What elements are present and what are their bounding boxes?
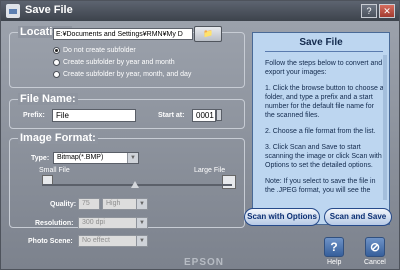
option-no-subfolder[interactable]: Do not create subfolder xyxy=(53,47,136,54)
browse-folder-button[interactable]: 📁 xyxy=(194,26,222,42)
resolution-value: 300 dpi xyxy=(82,219,105,226)
help-paragraph: Note: If you select to save the file in … xyxy=(265,178,376,194)
start-number-input[interactable]: 0001 xyxy=(192,109,216,122)
start-at-label: Start at: xyxy=(158,112,185,119)
help-panel-divider xyxy=(265,51,383,52)
quality-level-value: High xyxy=(106,200,121,207)
chevron-down-icon: ▼ xyxy=(136,236,147,246)
cancel-icon: ⊘ xyxy=(369,240,381,254)
radio-year-month[interactable] xyxy=(53,59,60,66)
radio-no-subfolder[interactable] xyxy=(53,47,60,54)
option-year-month-label: Create subfolder by year and month xyxy=(63,59,175,66)
chevron-down-icon: ▼ xyxy=(136,199,147,209)
photo-scene-select[interactable]: No effect ▼ xyxy=(78,235,148,247)
help-icon: ? xyxy=(330,240,338,254)
save-file-window: Save File ? ✕ Location: E:¥Documents and… xyxy=(0,0,400,270)
help-paragraph: Follow the steps below to convert and ex… xyxy=(265,60,383,76)
radio-year-month-day[interactable] xyxy=(53,71,60,78)
title-help-button[interactable]: ? xyxy=(361,4,377,18)
help-panel-body: Follow the steps below to convert and ex… xyxy=(265,59,385,222)
file-size-slider-thumb[interactable] xyxy=(131,181,139,188)
title-bar[interactable]: Save File ? ✕ xyxy=(1,1,399,21)
chevron-down-icon: ▼ xyxy=(127,153,138,163)
chevron-down-icon: ▼ xyxy=(136,218,147,228)
folder-icon: 📁 xyxy=(203,29,213,38)
option-year-month[interactable]: Create subfolder by year and month xyxy=(53,59,175,66)
start-number-spinner[interactable] xyxy=(216,109,222,121)
small-file-label: Small File xyxy=(39,167,70,174)
app-icon xyxy=(6,4,20,18)
type-select-value: Bitmap(*.BMP) xyxy=(57,154,104,161)
type-select[interactable]: Bitmap(*.BMP) ▼ xyxy=(53,152,139,164)
large-file-label: Large File xyxy=(194,167,226,174)
help-button[interactable]: ? xyxy=(324,237,344,257)
quality-level-select[interactable]: High ▼ xyxy=(102,198,148,210)
window-title: Save File xyxy=(25,4,73,16)
help-paragraph: 3. Click Scan and Save to start scanning… xyxy=(265,144,382,169)
scan-with-options-button[interactable]: Scan with Options xyxy=(244,208,320,226)
type-label: Type: xyxy=(31,155,50,162)
quality-label: Quality: xyxy=(50,201,77,208)
large-file-icon xyxy=(222,175,236,189)
help-panel-title: Save File xyxy=(299,37,343,48)
location-path-input[interactable]: E:¥Documents and Settings¥RMN¥My D xyxy=(53,28,193,40)
help-panel-scrollbar[interactable] xyxy=(383,55,387,200)
help-panel: Save File Follow the steps below to conv… xyxy=(252,32,390,225)
image-format-label: Image Format: xyxy=(18,132,98,144)
cancel-label: Cancel xyxy=(364,259,386,266)
help-label: Help xyxy=(327,259,342,266)
file-name-label: File Name: xyxy=(18,93,78,105)
brand-logo: EPSON xyxy=(184,257,225,268)
cancel-button[interactable]: ⊘ xyxy=(365,237,385,257)
help-paragraph: 2. Choose a file format from the list. xyxy=(265,128,376,135)
help-paragraph: 1. Click the browse button to choose a f… xyxy=(265,85,384,119)
option-year-month-day[interactable]: Create subfolder by year, month, and day xyxy=(53,71,192,78)
photo-scene-label: Photo Scene: xyxy=(28,238,73,245)
prefix-label: Prefix: xyxy=(23,112,45,119)
quality-input[interactable]: 75 xyxy=(78,198,100,210)
prefix-input[interactable]: File xyxy=(52,109,136,122)
title-close-button[interactable]: ✕ xyxy=(379,4,395,18)
option-no-subfolder-label: Do not create subfolder xyxy=(63,47,136,54)
option-year-month-day-label: Create subfolder by year, month, and day xyxy=(63,71,192,78)
scan-and-save-button[interactable]: Scan and Save xyxy=(324,208,392,226)
resolution-select[interactable]: 300 dpi ▼ xyxy=(78,217,148,229)
resolution-label: Resolution: xyxy=(35,220,74,227)
photo-scene-value: No effect xyxy=(82,237,110,244)
